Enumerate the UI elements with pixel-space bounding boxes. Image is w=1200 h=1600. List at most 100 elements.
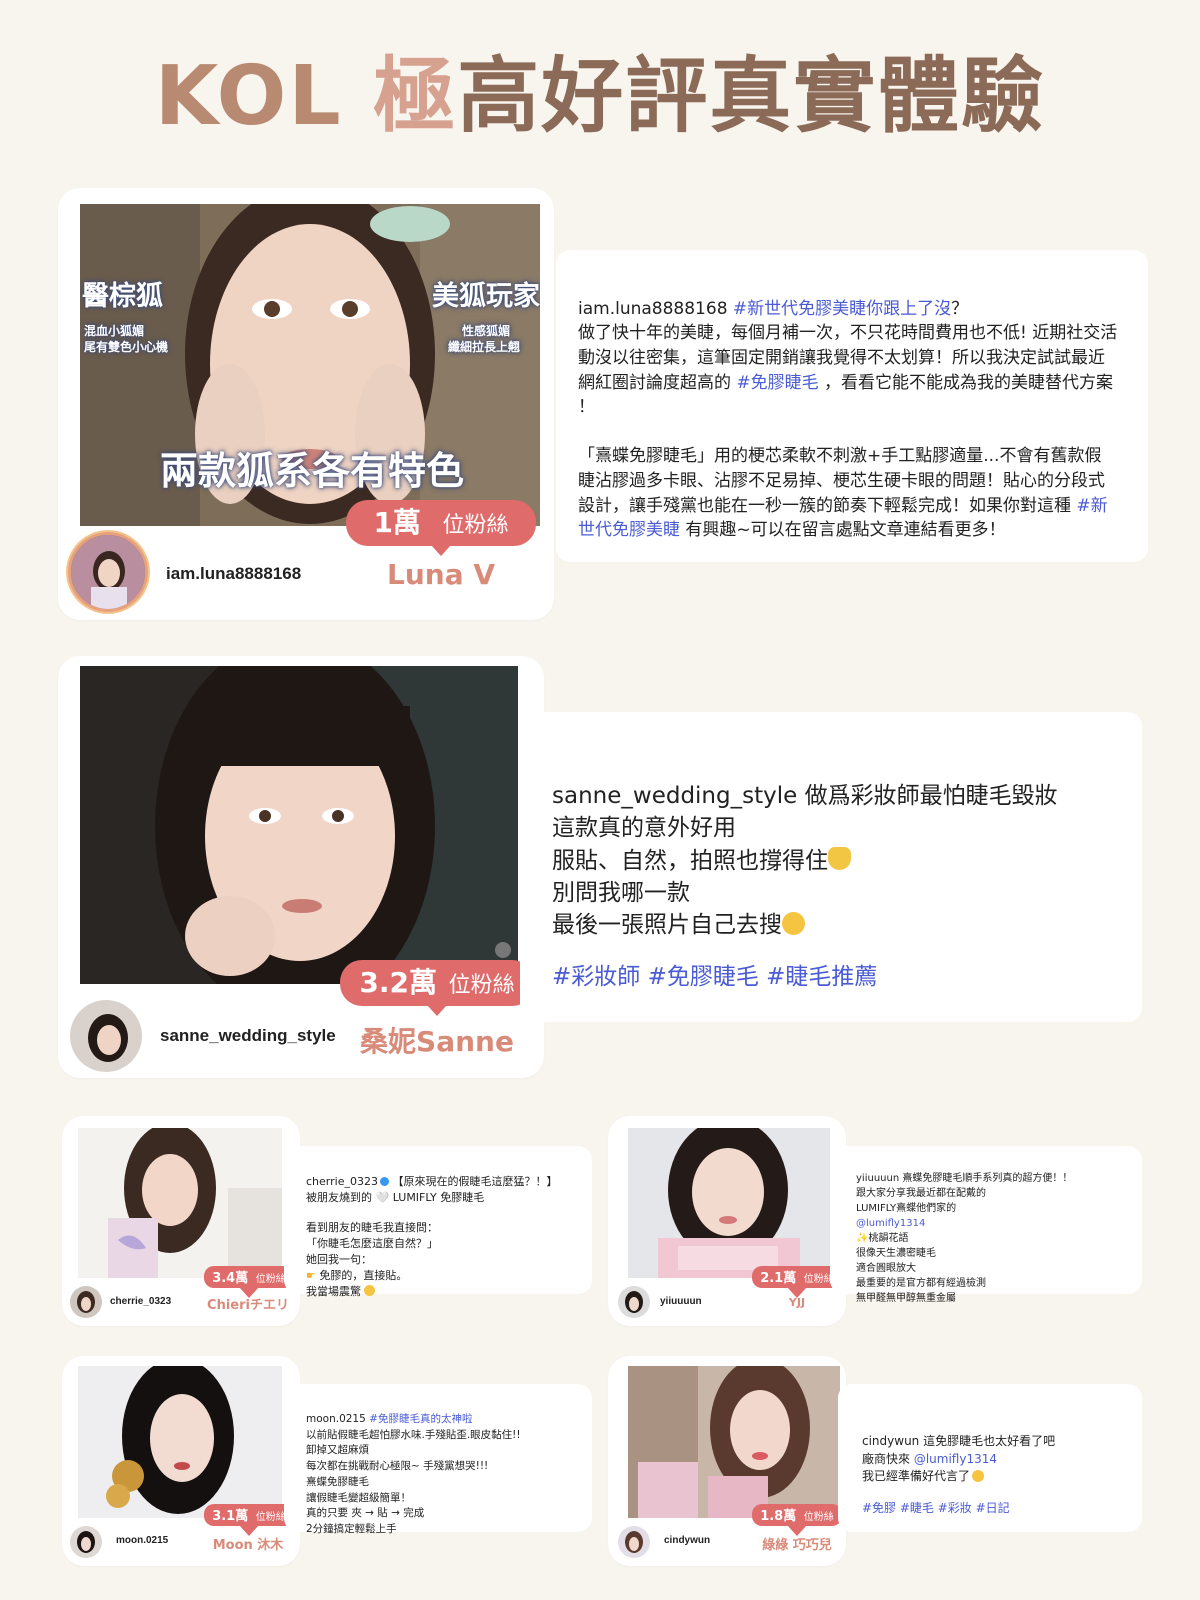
kol-name-moon: Moon 沐木 xyxy=(212,1538,284,1553)
avatar-moon xyxy=(68,1524,104,1560)
kol-photo-yiiuuuun xyxy=(628,1128,830,1278)
avatar-yiiuuuun xyxy=(616,1284,652,1320)
caption-line-7-wrap: 我當場震驚 xyxy=(306,1284,590,1300)
followers-unit: 位粉絲 xyxy=(255,1274,286,1285)
hashtag-glueless[interactable]: #免膠睫毛 xyxy=(736,373,818,393)
avatar-cindywun xyxy=(616,1524,652,1560)
overlay-left-sub2: 尾有雙色小心機 xyxy=(84,340,169,354)
overlay-left-sub1: 混血小狐媚 xyxy=(84,324,145,338)
caption-line-8: 最重要的是官方都有經過檢測 xyxy=(856,1278,986,1289)
caption-line-5: ✨桃韻花語 xyxy=(856,1233,909,1244)
handle-cherrie[interactable]: cherrie_0323 xyxy=(110,1296,171,1307)
caption-line-1: sanne_wedding_style 做爲彩妝師最怕睫毛毀妝 xyxy=(552,783,1058,810)
caption-line-7: 真的只要 夾 → 貼 → 完成 xyxy=(306,1507,425,1520)
caption-line-3: 看到朋友的睫毛我直接問： xyxy=(306,1220,438,1234)
avatar-cherrie xyxy=(68,1284,104,1320)
kol-name-cherrie: Chieriチエリ xyxy=(207,1298,289,1313)
caption-line-4: 「你睫毛怎麼這麼自然？」 xyxy=(306,1236,438,1250)
kol-photo-cindywun xyxy=(628,1366,840,1518)
face-illustration xyxy=(78,1128,282,1278)
followers-unit: 位粉絲 xyxy=(448,973,515,998)
title-rest: 高好評真實體驗 xyxy=(457,49,1046,144)
caption-line-2-wrap: 廠商快來 @lumifly1314 xyxy=(862,1451,1138,1468)
caption-line-6: 免膠的，直接貼。 xyxy=(315,1268,408,1282)
handle-luna[interactable]: iam.luna8888168 xyxy=(166,564,301,584)
caption-line-2: 廠商快來 xyxy=(862,1451,914,1466)
followers-count: 3.1萬 xyxy=(212,1509,249,1524)
followers-count: 3.2萬 xyxy=(359,966,437,999)
yellow-heart-icon xyxy=(828,847,851,871)
title-highlight: 極 xyxy=(373,49,458,144)
caption-line-3: 卸掉又超麻煩 xyxy=(306,1444,369,1457)
caption-line-5-wrap: 最後一張照片自己去搜 xyxy=(552,909,1132,941)
overlay-right-sub1: 性感狐媚 xyxy=(462,324,511,338)
caption-line-3-wrap: 我已經準備好代言了 xyxy=(862,1468,1138,1485)
caption-line-5: 最後一張照片自己去搜 xyxy=(552,911,782,938)
caption-line-6-wrap: ☛ 免膠的，直接貼。 xyxy=(306,1268,590,1284)
hashtags-sanne[interactable]: #彩妝師 #免膠睫毛 #睫毛推薦 xyxy=(552,961,1132,993)
caption-line-3: 我已經準備好代言了 xyxy=(862,1469,971,1484)
caption-line-6: 很像天生濃密睫毛 xyxy=(856,1248,936,1259)
grinning-emoji-icon xyxy=(782,911,805,935)
caption-line-3: LUMIFLY熹蝶他們家的 xyxy=(856,1203,957,1214)
followers-count: 1.8萬 xyxy=(760,1509,797,1524)
overlay-right-sub2: 纖細拉長上翹 xyxy=(448,340,521,354)
caption-line-3: 服貼、自然，拍照也撐得住 xyxy=(552,847,828,874)
handle-moon[interactable]: moon.0215 xyxy=(116,1535,168,1546)
caption-line-9: 無甲醛無甲醇無重金屬 xyxy=(856,1293,956,1304)
kol-name-yiiuuuun: YJJ xyxy=(788,1296,806,1309)
caption-line-1-wrap: cherrie_0323 【原來現在的假睫毛這麼猛？！】 xyxy=(306,1174,590,1190)
avatar-luna xyxy=(68,532,148,612)
caption-cindywun: cindywun 這免膠睫毛也太好看了吧 廠商快來 @lumifly1314 我已經… xyxy=(862,1416,1138,1534)
followers-badge-cindywun: 1.8萬 位粉絲 xyxy=(752,1504,842,1536)
mention-lumifly[interactable]: @lumifly1314 xyxy=(914,1452,997,1466)
handle-sanne[interactable]: sanne_wedding_style xyxy=(160,1026,336,1046)
hashtags-cindywun[interactable]: #免膠 #睫毛 #彩妝 #日記 xyxy=(862,1500,1138,1517)
followers-unit: 位粉絲 xyxy=(803,1512,834,1523)
face-illustration xyxy=(628,1366,840,1518)
kol-photo-luna: 醫棕狐 混血小狐媚 尾有雙色小心機 美狐玩家 性感狐媚 纖細拉長上翹 兩款狐系各… xyxy=(80,204,540,526)
overlay-left-title: 醫棕狐 xyxy=(82,281,163,312)
caption-line-4: 每次都在挑戰耐心極限~ 手殘黨想哭!!! xyxy=(306,1460,489,1472)
followers-unit: 位粉絲 xyxy=(442,513,509,538)
face-illustration xyxy=(628,1128,830,1278)
handle-yiiuuuun[interactable]: yiiuuuun xyxy=(660,1296,702,1307)
caption-line-1: cindywun 這免膠睫毛也太好看了吧 xyxy=(862,1434,1056,1449)
kol-photo-cherrie xyxy=(78,1128,282,1278)
followers-count: 3.4萬 xyxy=(212,1271,249,1286)
pointing-hand-icon: ☛ xyxy=(306,1268,316,1282)
caption-line-1: 【原來現在的假睫毛這麼猛？！】 xyxy=(388,1174,558,1188)
caption-line-2: 以前貼假睫毛超怕膠水味.手殘貼歪.眼皮黏住!! xyxy=(306,1428,521,1441)
handle-cindywun[interactable]: cindywun xyxy=(664,1535,710,1546)
mention-lumifly[interactable]: @lumifly1314 xyxy=(856,1216,1138,1231)
caption-line-6: 讓假睫毛變超級簡單！ xyxy=(306,1491,411,1504)
face-illustration xyxy=(78,1366,282,1518)
caption-handle[interactable]: iam.luna8888168 xyxy=(578,299,733,319)
caption-handle[interactable]: moon.0215 xyxy=(306,1413,369,1425)
followers-count: 2.1萬 xyxy=(760,1271,797,1286)
caption-line-3-wrap: 服貼、自然，拍照也撐得住 xyxy=(552,845,1132,877)
caption-line-5: 熹蝶免膠睫毛 xyxy=(306,1475,369,1488)
title-kol: KOL xyxy=(154,49,343,144)
caption-handle[interactable]: cherrie_0323 xyxy=(306,1175,378,1188)
caption-line-1-wrap: moon.0215 #免膠睫毛真的太神啦 xyxy=(306,1412,590,1428)
kol-photo-moon xyxy=(78,1366,282,1518)
kol-name-cindywun: 綠綠 巧巧兒 xyxy=(762,1538,832,1553)
caption-line-7: 我當場震驚 xyxy=(306,1284,361,1298)
hashtag-moon[interactable]: #免膠睫毛真的太神啦 xyxy=(369,1413,472,1425)
caption-line-4: 別問我哪一款 xyxy=(552,879,690,906)
overlay-right-title: 美狐玩家 xyxy=(432,281,540,312)
caption-moon: moon.0215 #免膠睫毛真的太神啦 以前貼假睫毛超怕膠水味.手殘貼歪.眼皮黏… xyxy=(306,1396,590,1554)
followers-badge-yiiuuuun: 2.1萬 位粉絲 xyxy=(752,1266,842,1298)
caption-cherrie: cherrie_0323 【原來現在的假睫毛這麼猛？！】 被朋友燒到的 🤍 LUM… xyxy=(306,1158,590,1315)
caption-text-3: 有興趣~可以在留言處點文章連結看更多！ xyxy=(680,520,1006,541)
hashtag-new-lash[interactable]: #新世代免膠美睫你跟上了沒 xyxy=(733,299,951,319)
overlay-bottom-title: 兩款狐系各有特色 xyxy=(160,449,465,493)
caption-text-2: ，看看它能不能成為我的美睫替代方案 ！ 「熹蝶免膠睫毛」用的梗芯柔軟不刺激+手工… xyxy=(578,372,1114,516)
followers-count: 1萬 xyxy=(373,506,421,539)
followers-badge-moon: 3.1萬 位粉絲 xyxy=(204,1504,294,1536)
caption-luna: iam.luna8888168 #新世代免膠美睫你跟上了沒？ 做了快十年的美睫，… xyxy=(578,272,1118,543)
smile-emoji-icon xyxy=(972,1469,985,1482)
